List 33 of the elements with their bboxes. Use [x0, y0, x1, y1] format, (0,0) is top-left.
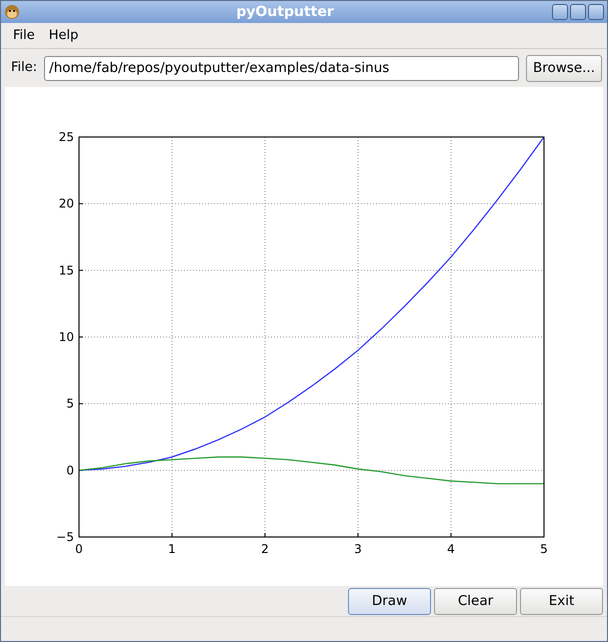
y-tick-label: 0 [66, 463, 74, 478]
action-button[interactable]: Clear [434, 588, 517, 615]
y-tick [78, 270, 84, 271]
y-tick [78, 470, 84, 471]
y-tick-label: 15 [58, 263, 74, 278]
close-button[interactable] [588, 4, 604, 20]
x-tick-label: 2 [261, 542, 269, 556]
x-tick [264, 532, 266, 538]
y-tick-label: 10 [58, 330, 74, 344]
monkey-icon [4, 4, 20, 20]
maximize-button[interactable] [570, 4, 586, 20]
x-tick [450, 532, 452, 538]
x-tick-label: 1 [168, 542, 176, 556]
action-button[interactable]: Draw [348, 588, 431, 615]
file-label: File: [11, 59, 38, 78]
x-tick-label: 4 [447, 542, 455, 556]
x-tick-label: 5 [540, 542, 548, 556]
minimize-button[interactable] [552, 4, 568, 20]
x-tick-label: 3 [354, 542, 362, 556]
window-title: pyOutputter [235, 2, 335, 22]
menu-item[interactable]: Help [42, 24, 86, 48]
y-tick [78, 203, 84, 204]
browse-button[interactable]: Browse... [526, 54, 602, 82]
x-tick-label: 0 [75, 542, 83, 556]
y-tick [78, 403, 84, 404]
y-tick-label: 25 [58, 130, 74, 144]
file-path-field[interactable]: /home/fab/repos/pyoutputter/examples/data-sinus [44, 56, 519, 80]
action-button[interactable]: Exit [520, 588, 603, 615]
y-tick-label: −5 [56, 530, 74, 544]
y-tick-label: 5 [66, 396, 74, 411]
y-tick [78, 336, 84, 338]
y-tick-label: 20 [58, 196, 74, 211]
menu-item[interactable]: File [6, 24, 42, 48]
